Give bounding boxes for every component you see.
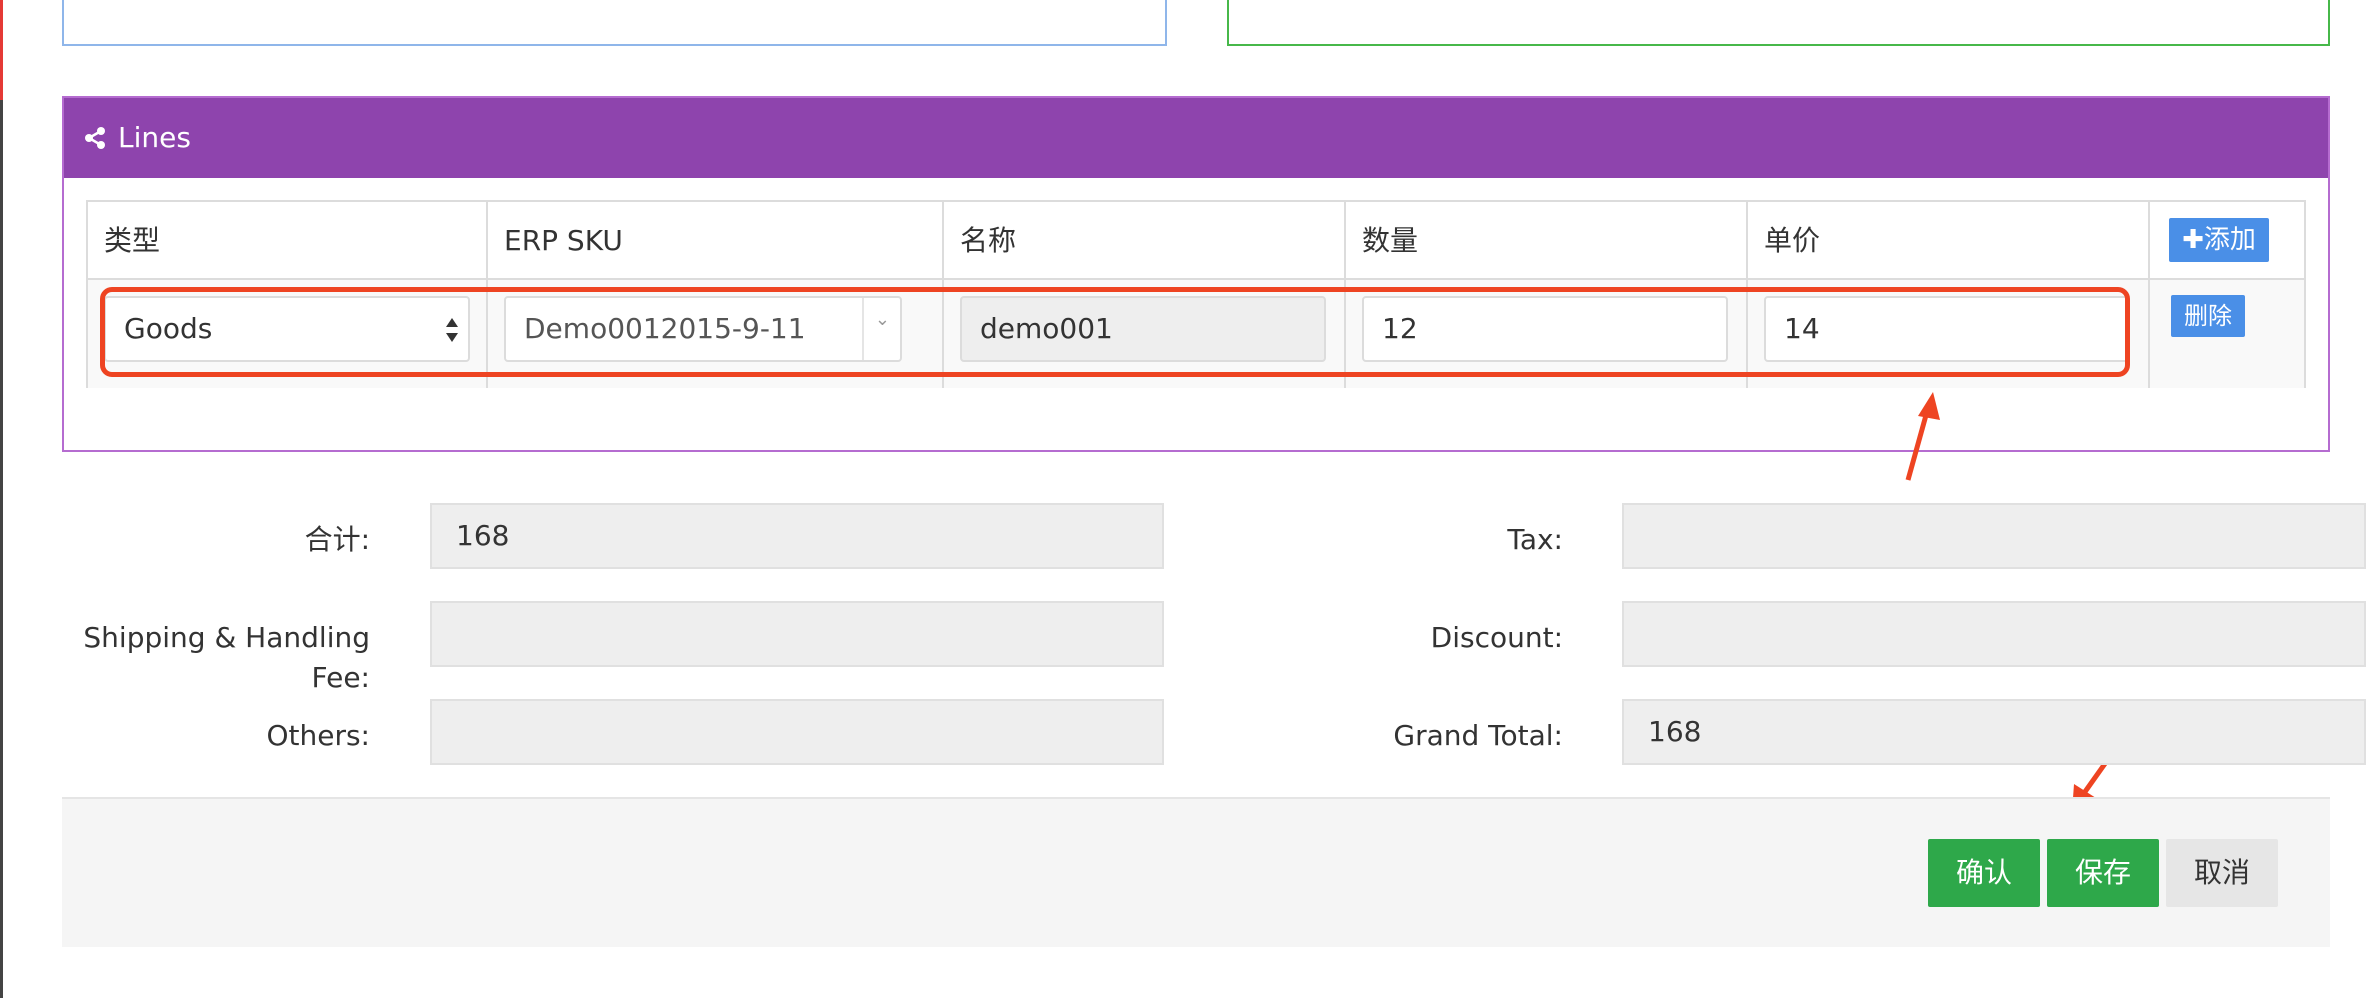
add-line-label: 添加: [2203, 225, 2256, 255]
shipping-field: [430, 601, 1164, 667]
window-edge-accent: [0, 0, 3, 100]
plus-icon: ✚: [2182, 225, 2204, 255]
shipping-label: Shipping & Handling Fee:: [83, 621, 370, 694]
discount-field: [1622, 601, 2366, 667]
cancel-button[interactable]: 取消: [2166, 839, 2278, 907]
annotation-highlight-box: [100, 287, 2130, 377]
column-header-type: 类型: [88, 202, 488, 280]
column-header-quantity: 数量: [1346, 202, 1748, 280]
lines-panel: Lines 类型 ERP SKU 名称 数量 单价 Goods Demo0012…: [62, 96, 2330, 452]
subtotal-field: 168: [430, 503, 1164, 569]
add-line-button[interactable]: ✚添加: [2169, 218, 2269, 262]
lines-panel-header: Lines: [64, 98, 2328, 178]
window-edge: [0, 0, 3, 998]
delete-line-button[interactable]: 删除: [2171, 295, 2245, 337]
tax-label: Tax:: [1507, 523, 1563, 556]
lines-panel-title: Lines: [118, 121, 191, 154]
share-icon: [85, 127, 105, 149]
confirm-button[interactable]: 确认: [1928, 839, 2040, 907]
column-header-name: 名称: [944, 202, 1346, 280]
save-button[interactable]: 保存: [2047, 839, 2159, 907]
grand-total-label: Grand Total:: [1393, 719, 1563, 752]
discount-label: Discount:: [1430, 621, 1563, 654]
tax-field: [1622, 503, 2366, 569]
top-panel-left: [62, 0, 1167, 46]
column-header-unit-price: 单价: [1748, 202, 2150, 280]
others-field: [430, 699, 1164, 765]
table-header-row: 类型 ERP SKU 名称 数量 单价: [88, 202, 2304, 280]
others-label: Others:: [266, 719, 370, 752]
subtotal-label: 合计:: [304, 523, 370, 556]
grand-total-value: 168: [1648, 715, 1702, 748]
annotation-arrow-up: [1905, 392, 1940, 481]
column-header-erp-sku: ERP SKU: [488, 202, 944, 280]
subtotal-value: 168: [456, 519, 510, 552]
grand-total-field: 168: [1622, 699, 2366, 765]
top-panel-right: [1227, 0, 2330, 46]
cell-divider: [2148, 280, 2150, 388]
